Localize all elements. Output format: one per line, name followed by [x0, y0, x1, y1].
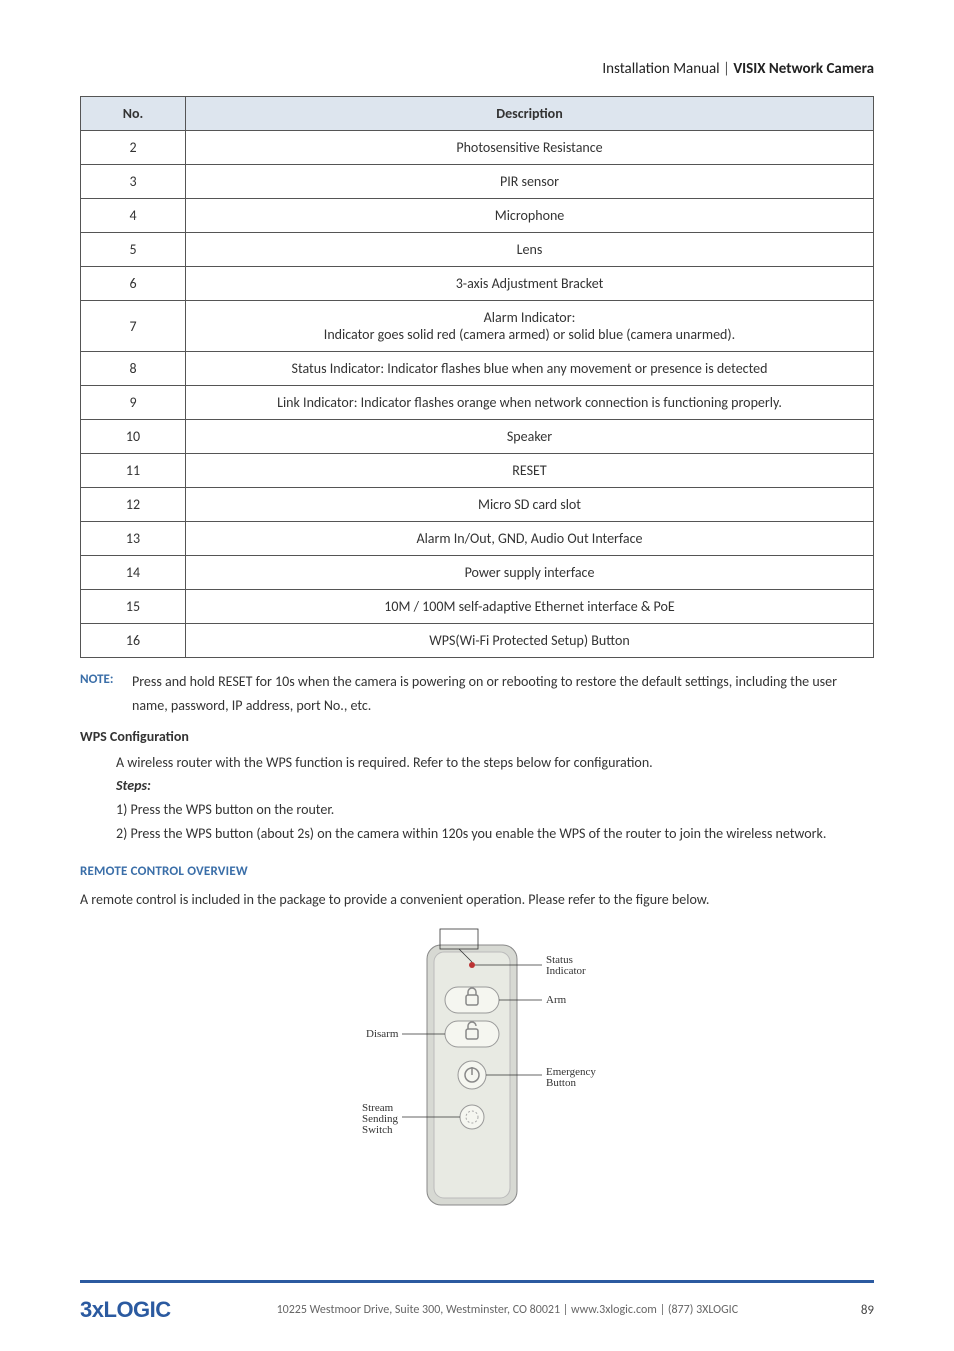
table-header-no: No.	[81, 97, 186, 131]
footer-logo: 3xLOGIC	[80, 1297, 171, 1323]
logo-x: x	[92, 1297, 104, 1322]
table-cell-no: 15	[81, 590, 186, 624]
table-header-desc: Description	[186, 97, 874, 131]
table-cell-desc: Alarm In/Out, GND, Audio Out Interface	[186, 522, 874, 556]
table-cell-no: 13	[81, 522, 186, 556]
table-cell-desc: Alarm Indicator:Indicator goes solid red…	[186, 301, 874, 352]
wps-step-2: 2) Press the WPS button (about 2s) on th…	[116, 822, 874, 846]
disarm-button	[445, 1021, 499, 1047]
table-header-row: No. Description	[81, 97, 874, 131]
table-cell-no: 11	[81, 454, 186, 488]
wps-body: A wireless router with the WPS function …	[116, 751, 874, 846]
table-row: 7Alarm Indicator:Indicator goes solid re…	[81, 301, 874, 352]
table-cell-desc: Speaker	[186, 420, 874, 454]
table-row: 10Speaker	[81, 420, 874, 454]
label-status: StatusIndicator	[546, 954, 586, 977]
table-row: 14Power supply interface	[81, 556, 874, 590]
stream-switch-button	[460, 1105, 484, 1129]
label-stream: StreamSendingSwitch	[362, 1102, 399, 1136]
description-table: No. Description 2Photosensitive Resistan…	[80, 96, 874, 658]
table-cell-desc: Microphone	[186, 199, 874, 233]
table-row: 11RESET	[81, 454, 874, 488]
table-cell-desc: RESET	[186, 454, 874, 488]
table-cell-no: 16	[81, 624, 186, 658]
table-cell-desc: Status Indicator: Indicator flashes blue…	[186, 352, 874, 386]
table-row: 5Lens	[81, 233, 874, 267]
table-cell-no: 2	[81, 131, 186, 165]
note-text: Press and hold RESET for 10s when the ca…	[132, 670, 874, 718]
arm-button	[445, 987, 499, 1013]
remote-figure: StatusIndicator Arm Disarm EmergencyButt…	[80, 925, 874, 1225]
table-row: 13Alarm In/Out, GND, Audio Out Interface	[81, 522, 874, 556]
table-cell-desc: Photosensitive Resistance	[186, 131, 874, 165]
header-right: VISIX Network Camera	[733, 60, 874, 78]
wps-steps-label: Steps:	[116, 774, 874, 798]
table-cell-no: 14	[81, 556, 186, 590]
note-block: NOTE: Press and hold RESET for 10s when …	[80, 670, 874, 718]
table-row: 9Link Indicator: Indicator flashes orang…	[81, 386, 874, 420]
label-emergency: EmergencyButton	[546, 1066, 596, 1089]
header-left: Installation Manual	[602, 60, 719, 78]
status-indicator-icon	[469, 962, 475, 968]
page-header: Installation Manual | VISIX Network Came…	[80, 60, 874, 78]
label-arm: Arm	[546, 994, 567, 1006]
table-row: 12Micro SD card slot	[81, 488, 874, 522]
table-row: 8Status Indicator: Indicator flashes blu…	[81, 352, 874, 386]
wps-intro: A wireless router with the WPS function …	[116, 751, 874, 775]
table-cell-no: 12	[81, 488, 186, 522]
table-cell-no: 6	[81, 267, 186, 301]
table-row: 16WPS(Wi-Fi Protected Setup) Button	[81, 624, 874, 658]
note-label: NOTE:	[80, 670, 124, 687]
header-divider: |	[720, 60, 734, 78]
table-cell-desc: 10M / 100M self-adaptive Ethernet interf…	[186, 590, 874, 624]
table-row: 63-axis Adjustment Bracket	[81, 267, 874, 301]
logo-3: 3	[80, 1297, 92, 1322]
table-cell-desc: Micro SD card slot	[186, 488, 874, 522]
footer-address: 10225 Westmoor Drive, Suite 300, Westmin…	[171, 1303, 844, 1317]
label-disarm: Disarm	[366, 1028, 399, 1040]
remote-svg: StatusIndicator Arm Disarm EmergencyButt…	[332, 925, 622, 1225]
table-cell-desc: 3-axis Adjustment Bracket	[186, 267, 874, 301]
table-cell-desc: Power supply interface	[186, 556, 874, 590]
table-cell-no: 10	[81, 420, 186, 454]
table-cell-no: 5	[81, 233, 186, 267]
table-row: 1510M / 100M self-adaptive Ethernet inte…	[81, 590, 874, 624]
table-cell-no: 3	[81, 165, 186, 199]
logo-logic: LOGIC	[104, 1297, 171, 1322]
footer-page-number: 89	[844, 1303, 874, 1318]
table-cell-no: 7	[81, 301, 186, 352]
table-cell-desc: Lens	[186, 233, 874, 267]
remote-heading: REMOTE CONTROL OVERVIEW	[80, 864, 874, 879]
remote-intro: A remote control is included in the pack…	[80, 889, 874, 911]
table-cell-no: 8	[81, 352, 186, 386]
wps-step-1: 1) Press the WPS button on the router.	[116, 798, 874, 822]
table-cell-no: 9	[81, 386, 186, 420]
page-footer: 3xLOGIC 10225 Westmoor Drive, Suite 300,…	[80, 1280, 874, 1323]
table-cell-desc: PIR sensor	[186, 165, 874, 199]
table-cell-desc: WPS(Wi-Fi Protected Setup) Button	[186, 624, 874, 658]
table-cell-no: 4	[81, 199, 186, 233]
table-cell-desc: Link Indicator: Indicator flashes orange…	[186, 386, 874, 420]
table-row: 3PIR sensor	[81, 165, 874, 199]
table-row: 2Photosensitive Resistance	[81, 131, 874, 165]
wps-heading: WPS Configuration	[80, 728, 874, 745]
table-row: 4Microphone	[81, 199, 874, 233]
